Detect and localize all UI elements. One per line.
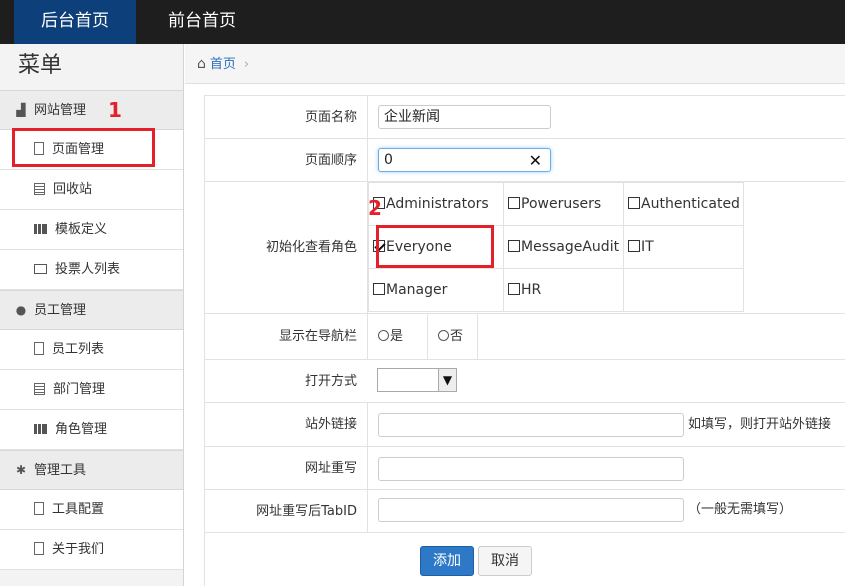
role-option-hr[interactable]: HR	[503, 268, 624, 312]
top-navbar: 后台首页 前台首页	[0, 0, 845, 44]
sidebar-title: 菜单	[0, 44, 183, 90]
open-mode-select[interactable]: ▼	[377, 368, 457, 392]
checkbox[interactable]	[508, 197, 520, 209]
add-button[interactable]: 添加	[420, 546, 474, 576]
chevron-right-icon: ›	[243, 57, 250, 72]
url-rewrite-input[interactable]	[378, 457, 684, 481]
annotation-number-1: 1	[108, 98, 122, 122]
breadcrumb-home-link[interactable]: 首页	[210, 57, 236, 72]
sidebar-group-tools[interactable]: ✱ 管理工具	[0, 450, 183, 490]
role-option-messageaudit[interactable]: MessageAudit	[503, 225, 624, 269]
label-open-mode: 打开方式	[304, 374, 357, 389]
label-page-name: 页面名称	[304, 110, 357, 125]
home-icon: ⌂	[197, 56, 206, 72]
clear-icon[interactable]: ✕	[529, 150, 542, 172]
row-external-link: 站外链接 如填写，则打开站外链接	[205, 403, 845, 447]
label-url-rewrite: 网址重写	[304, 461, 357, 476]
annotation-box-2	[376, 225, 494, 268]
sidebar-item-departments[interactable]: 部门管理	[0, 370, 183, 410]
sidebar-item-about[interactable]: 关于我们	[0, 530, 183, 570]
list-icon	[34, 383, 45, 395]
list-icon	[34, 183, 45, 195]
role-option-it[interactable]: IT	[623, 225, 744, 269]
sidebar-item-roles[interactable]: 角色管理	[0, 410, 183, 450]
role-option-authenticated[interactable]: Authenticated	[623, 182, 744, 226]
role-option-manager[interactable]: Manager	[368, 268, 504, 312]
page-form: 页面名称 企业新闻 页面顺序 0 ✕ 初始化查看角色 Administrator…	[204, 95, 845, 586]
page-order-input[interactable]: 0 ✕	[378, 148, 551, 172]
label-page-order: 页面顺序	[304, 153, 357, 168]
radio-no[interactable]: 否	[428, 314, 478, 360]
checkbox[interactable]	[373, 283, 385, 295]
sidebar-group-staff[interactable]: ● 员工管理	[0, 290, 183, 330]
rewrite-tabid-hint: （一般无需填写）	[688, 502, 793, 517]
radio-yes[interactable]: 是	[368, 314, 428, 360]
label-show-in-nav: 显示在导航栏	[278, 329, 357, 344]
sidebar-item-recycle-bin[interactable]: 回收站	[0, 170, 183, 210]
document-icon	[34, 542, 44, 555]
chevron-down-icon[interactable]: ▼	[438, 369, 456, 391]
user-icon: ●	[15, 303, 27, 317]
gear-icon: ✱	[15, 463, 27, 477]
radio-circle[interactable]	[438, 330, 449, 341]
label-roles: 初始化查看角色	[265, 240, 357, 255]
row-page-order: 页面顺序 0 ✕	[205, 139, 845, 182]
radio-circle[interactable]	[378, 330, 389, 341]
checkbox[interactable]	[508, 240, 520, 252]
sidebar-item-templates[interactable]: 模板定义	[0, 210, 183, 250]
row-page-name: 页面名称 企业新闻	[205, 96, 845, 139]
sidebar-group-site[interactable]: ▟ 网站管理	[0, 90, 183, 130]
label-external-link: 站外链接	[304, 417, 357, 432]
row-url-rewrite: 网址重写	[205, 447, 845, 490]
checkbox[interactable]	[628, 240, 640, 252]
document-icon	[34, 502, 44, 515]
sidebar: 菜单 ▟ 网站管理 页面管理 回收站 模板定义 投票人列表 ● 员工管理 员工列表 …	[0, 44, 184, 586]
bar-chart-icon: ▟	[16, 103, 26, 117]
cancel-button[interactable]: 取消	[478, 546, 532, 576]
sidebar-item-tool-config[interactable]: 工具配置	[0, 490, 183, 530]
books-icon	[34, 224, 47, 234]
row-rewrite-tabid: 网址重写后TabID （一般无需填写）	[205, 490, 845, 533]
external-link-hint: 如填写，则打开站外链接	[688, 417, 832, 432]
checkbox[interactable]	[508, 283, 520, 295]
sidebar-item-voters[interactable]: 投票人列表	[0, 250, 183, 290]
label-rewrite-tabid: 网址重写后TabID	[256, 504, 357, 519]
annotation-box-1	[12, 128, 155, 167]
annotation-number-2: 2	[368, 196, 382, 220]
row-show-in-nav: 显示在导航栏 是 否	[205, 314, 845, 360]
role-option-administrators[interactable]: Administrators	[368, 182, 504, 226]
rewrite-tabid-input[interactable]	[378, 498, 684, 522]
tab-front-home[interactable]: 前台首页	[140, 0, 264, 44]
page-name-input[interactable]: 企业新闻	[378, 105, 551, 129]
role-empty-cell	[623, 268, 744, 312]
sidebar-item-staff-list[interactable]: 员工列表	[0, 330, 183, 370]
role-option-powerusers[interactable]: Powerusers	[503, 182, 624, 226]
external-link-input[interactable]	[378, 413, 684, 437]
row-roles: 初始化查看角色 Administrators Powerusers Authen…	[205, 182, 845, 314]
books-icon	[34, 424, 47, 434]
checkbox[interactable]	[628, 197, 640, 209]
envelope-icon	[34, 264, 47, 274]
tab-admin-home[interactable]: 后台首页	[14, 0, 136, 44]
row-actions: 添加 取消	[205, 533, 845, 586]
breadcrumb: ⌂ 首页 ›	[185, 44, 845, 84]
row-open-mode: 打开方式 ▼	[205, 360, 845, 403]
document-icon	[34, 342, 44, 355]
